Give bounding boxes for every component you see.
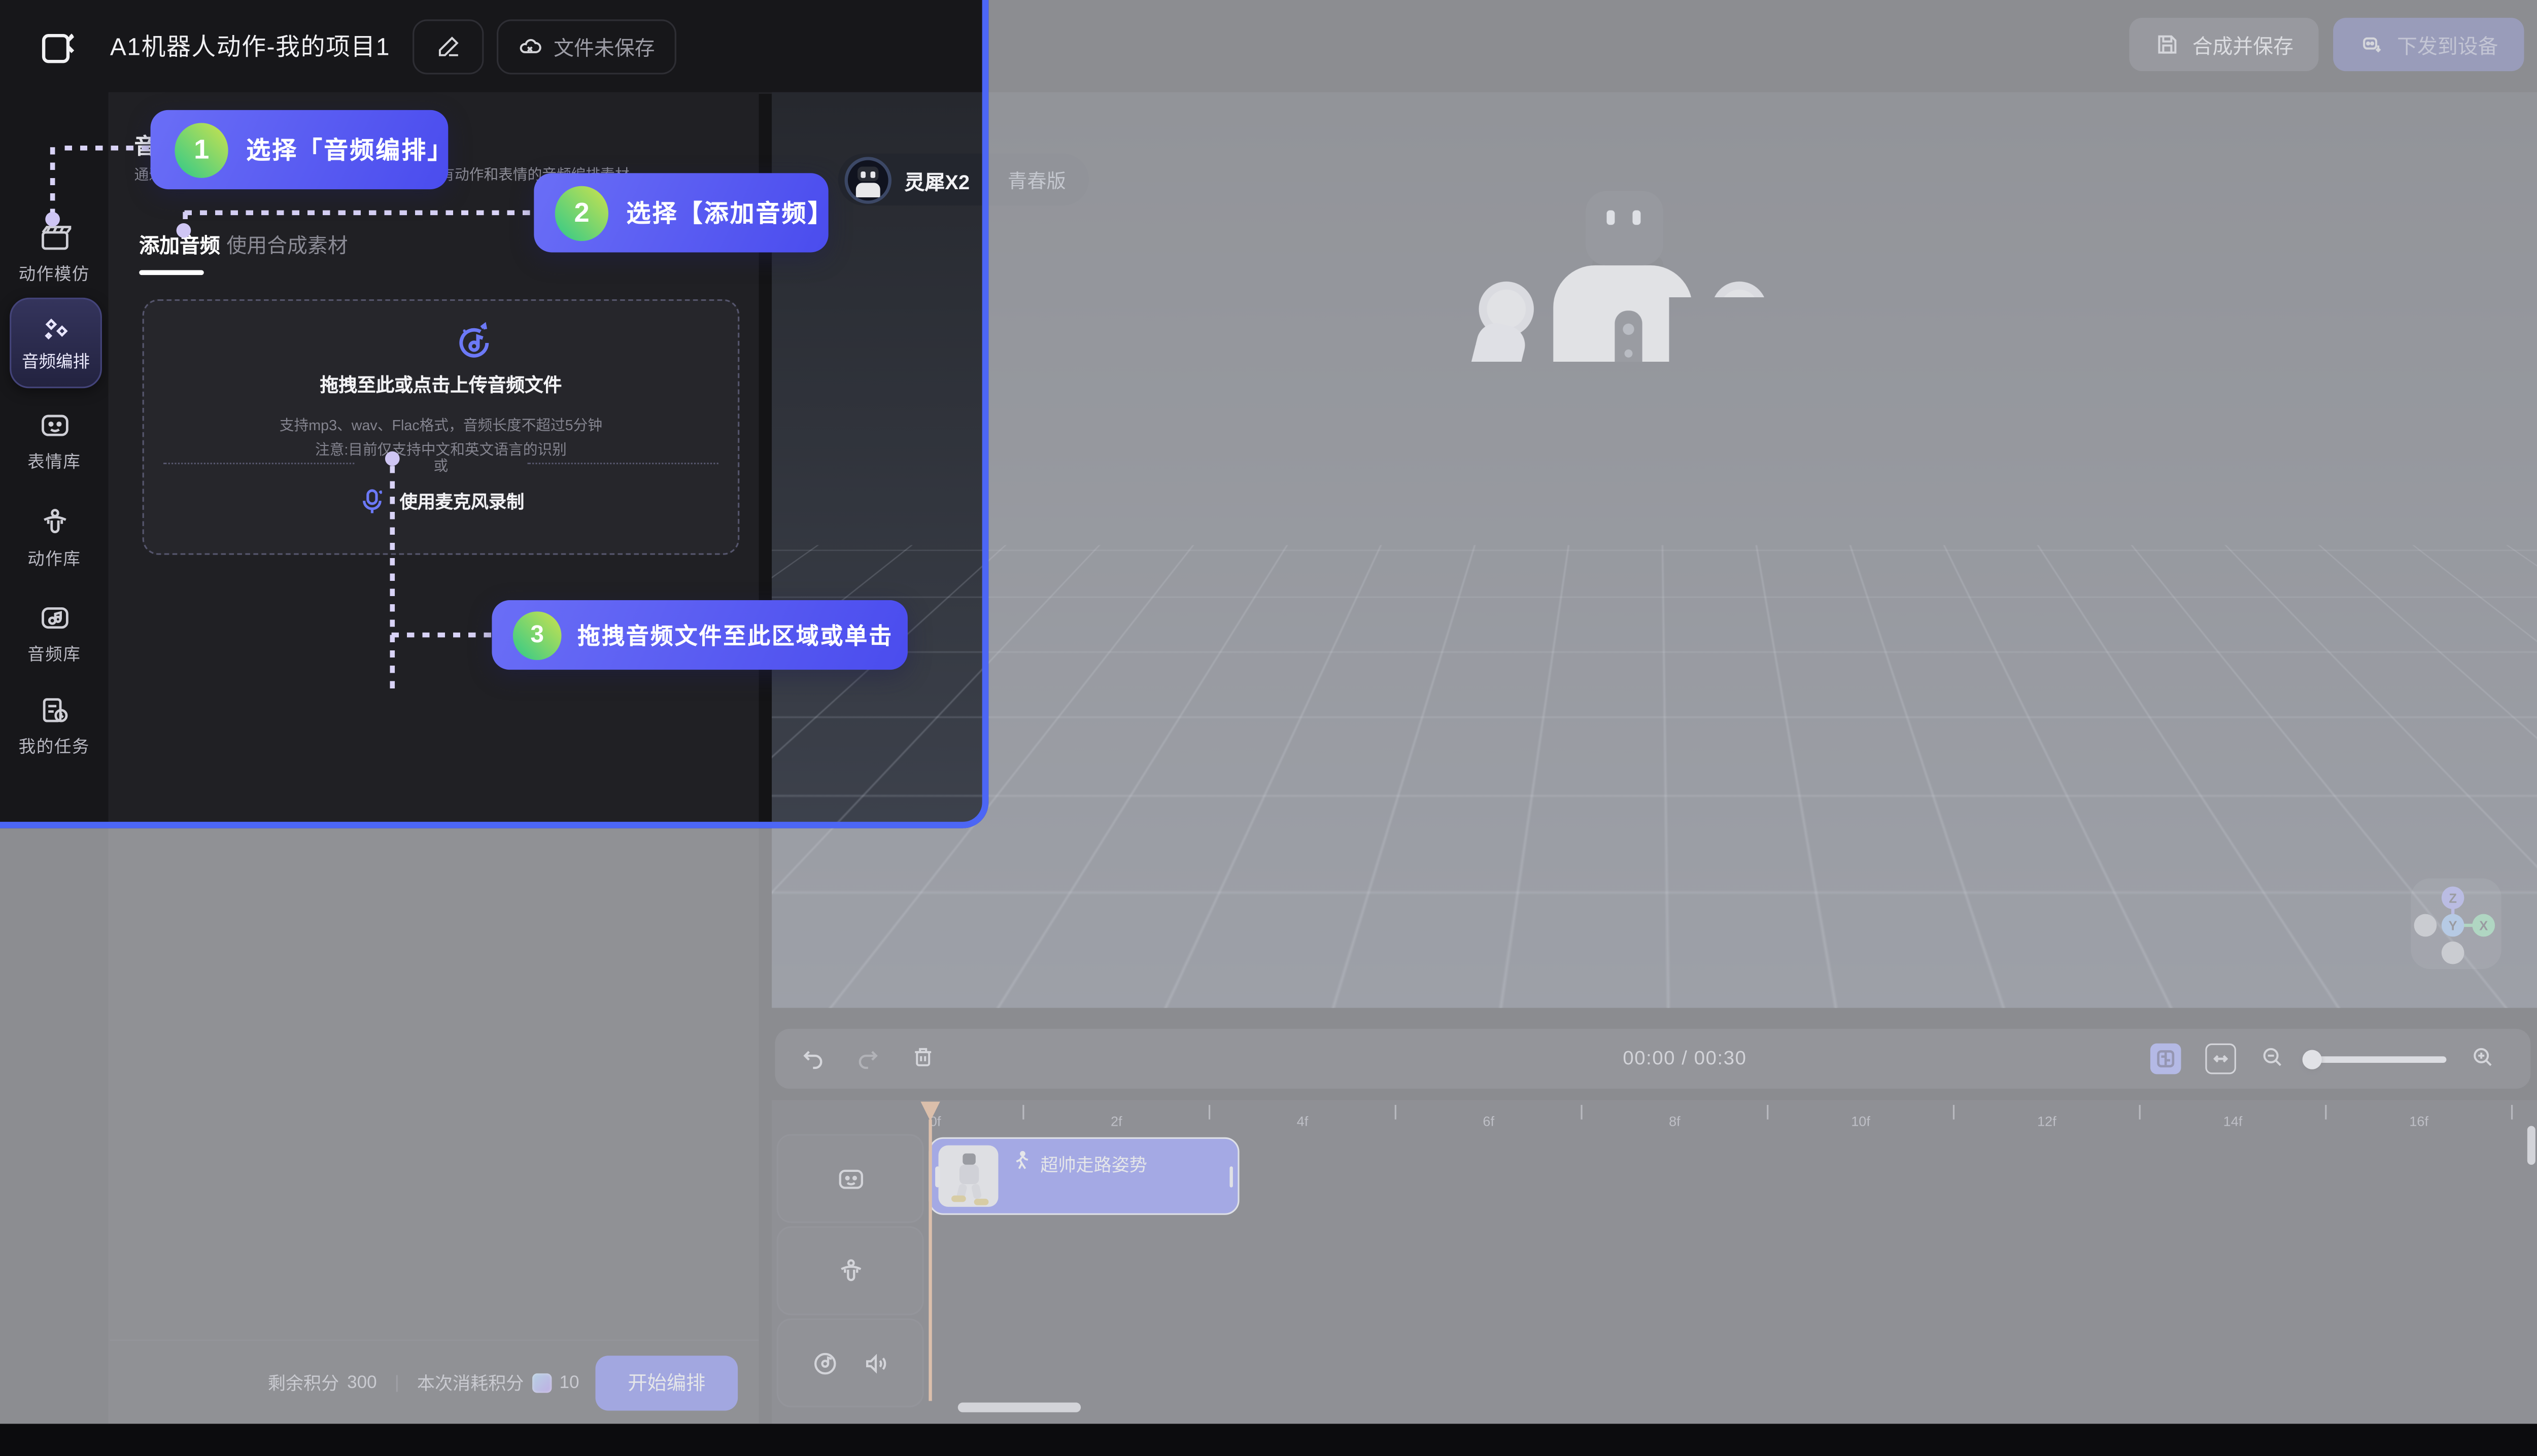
remaining-credits: 剩余积分 300 | 本次消耗积分 10 — [268, 1369, 579, 1395]
walking-icon — [1011, 1150, 1032, 1171]
audio-upload-dropzone[interactable]: 拖拽至此或点击上传音频文件 支持mp3、wav、Flac格式，音频长度不超过5分… — [143, 299, 740, 555]
timeline-clip-walk[interactable]: 超帅走路姿势 — [929, 1137, 1239, 1215]
connector-step3-v — [390, 466, 394, 692]
step-2-text: 选择【添加音频】 — [627, 196, 829, 230]
sidebar-item-audio-arrange[interactable]: 音频编排 — [10, 298, 102, 389]
clip-thumbnail — [938, 1146, 998, 1207]
step-3-number: 3 — [513, 611, 562, 660]
upload-title: 拖拽至此或点击上传音频文件 — [144, 372, 738, 398]
horizontal-scrollbar[interactable] — [958, 1403, 1081, 1412]
person-icon — [836, 1256, 865, 1285]
playback-controls-bar: 00:00 / 00:30 — [775, 1029, 2530, 1089]
speaker-icon[interactable] — [862, 1348, 890, 1377]
connector-step2-h — [185, 211, 534, 215]
active-tab-underline — [139, 270, 204, 274]
axis-gizmo[interactable]: Z Y X — [2411, 879, 2501, 969]
sidebar-item-motion-mimic[interactable]: 动作模仿 — [0, 222, 109, 287]
tutorial-step-3: 3 拖拽音频文件至此区域或单击 — [492, 600, 908, 670]
robot-head — [1586, 191, 1663, 265]
app-logo-icon — [39, 27, 78, 66]
top-bar: A1机器人动作-我的项目1 文件未保存 合成并保存 下发到设备 — [0, 0, 2537, 94]
app-root: A1机器人动作-我的项目1 文件未保存 合成并保存 下发到设备 动作模仿 — [0, 0, 2537, 1424]
face-icon — [38, 409, 71, 442]
upload-format-hint: 支持mp3、wav、Flac格式，音频长度不超过5分钟 — [144, 414, 738, 435]
music-disc-icon — [810, 1348, 839, 1377]
save-button[interactable]: 合成并保存 — [2129, 18, 2319, 71]
playback-time: 00:00 / 00:30 — [1623, 1047, 1746, 1069]
axis-neg-x[interactable] — [2414, 914, 2437, 937]
cloud-icon — [518, 34, 542, 58]
zoom-slider-knob[interactable] — [2303, 1049, 2322, 1068]
tutorial-step-2: 2 选择【添加音频】 — [534, 173, 828, 252]
deploy-button[interactable]: 下发到设备 — [2334, 18, 2524, 71]
fit-view-button[interactable] — [2205, 1044, 2236, 1074]
sidebar-item-action-lib[interactable]: 动作库 — [0, 506, 109, 571]
connector-step2-dot — [177, 223, 191, 238]
save-icon — [2155, 32, 2179, 57]
audio-arrange-icon — [40, 312, 72, 344]
zoom-in-button[interactable] — [2471, 1045, 2495, 1069]
axis-neg-z[interactable] — [2442, 942, 2464, 964]
track-expression[interactable] — [777, 1134, 924, 1223]
step-1-number: 1 — [175, 122, 228, 177]
redo-button[interactable] — [856, 1047, 880, 1071]
robot-model-badge: 灵犀X2 │ 青春版 — [838, 154, 1089, 205]
timeline-view-toggle[interactable] — [2150, 1044, 2181, 1074]
tutorial-step-1: 1 选择「音频编排」 — [151, 110, 449, 189]
sidebar-item-expression-lib[interactable]: 表情库 — [0, 409, 109, 474]
step-1-text: 选择「音频编排」 — [246, 132, 448, 166]
robot-download-icon — [2360, 32, 2384, 57]
person-icon — [38, 506, 71, 539]
robot-hand-left — [1422, 531, 1464, 566]
robot-hand-right — [1781, 531, 1824, 566]
playhead-marker[interactable] — [920, 1102, 940, 1121]
music-icon — [38, 602, 71, 634]
face-icon — [836, 1164, 865, 1193]
project-title: A1机器人动作-我的项目1 — [110, 29, 390, 63]
sidebar-item-my-tasks[interactable]: 我的任务 — [0, 694, 109, 759]
sidebar-item-audio-lib[interactable]: 音频库 — [0, 602, 109, 667]
robot-avatar — [845, 156, 892, 203]
clip-trim-handle-left[interactable] — [935, 1166, 939, 1187]
zoom-out-button[interactable] — [2260, 1045, 2285, 1069]
timeline-zoom-slider[interactable] — [2309, 1056, 2446, 1062]
connector-step1-dot — [45, 212, 60, 227]
connector-step3-dot — [385, 452, 400, 466]
start-arrange-button[interactable]: 开始编排 — [595, 1355, 738, 1410]
axis-x[interactable]: X — [2472, 914, 2495, 937]
clapperboard-icon — [38, 222, 71, 254]
track-audio[interactable] — [777, 1319, 924, 1407]
step-3-text: 拖拽音频文件至此区域或单击 — [577, 619, 893, 651]
mic-record-button[interactable]: 使用麦克风录制 — [144, 487, 738, 516]
viewport-3d[interactable]: 灵犀X2 │ 青春版 Z Y X — [772, 92, 2537, 1008]
step-2-number: 2 — [555, 185, 609, 240]
or-divider-label: 或 — [144, 455, 738, 475]
timeline: 0f 2f 4f 6f 8f 10f 12f 14f 16f — [772, 1100, 2537, 1424]
undo-button[interactable] — [801, 1047, 825, 1071]
connector-step1-h — [65, 146, 152, 150]
play-button[interactable] — [1571, 1037, 1610, 1076]
playhead-line — [929, 1120, 931, 1401]
panel-footer: 剩余积分 300 | 本次消耗积分 10 开始编排 — [110, 1339, 759, 1424]
axis-z[interactable]: Z — [2442, 886, 2464, 909]
delete-button[interactable] — [911, 1045, 935, 1069]
credits-coin-icon — [532, 1373, 551, 1392]
clip-label: 超帅走路姿势 — [1040, 1152, 1147, 1177]
connector-step3-h — [392, 633, 492, 637]
clip-trim-handle-right[interactable] — [1229, 1166, 1233, 1187]
vertical-scrollbar[interactable] — [2527, 1126, 2535, 1165]
sidebar: 动作模仿 音频编排 表情库 动作库 音频库 — [0, 92, 110, 1424]
rename-button[interactable] — [413, 19, 484, 74]
track-action[interactable] — [777, 1226, 924, 1315]
file-unsaved-status: 文件未保存 — [497, 19, 676, 74]
connector-step1-v — [50, 147, 54, 214]
robot-model — [1379, 168, 1880, 993]
audio-arrange-panel: 音频编排 通过上传音频或使用已合成的素材，快速生成带有动作和表情的音频编排素材 … — [110, 92, 759, 1424]
microphone-icon — [358, 487, 387, 516]
axis-y[interactable]: Y — [2442, 914, 2464, 937]
tasks-icon — [38, 694, 71, 726]
tab-synth-material[interactable]: 使用合成素材 — [226, 228, 348, 259]
upload-audio-icon — [452, 320, 497, 365]
